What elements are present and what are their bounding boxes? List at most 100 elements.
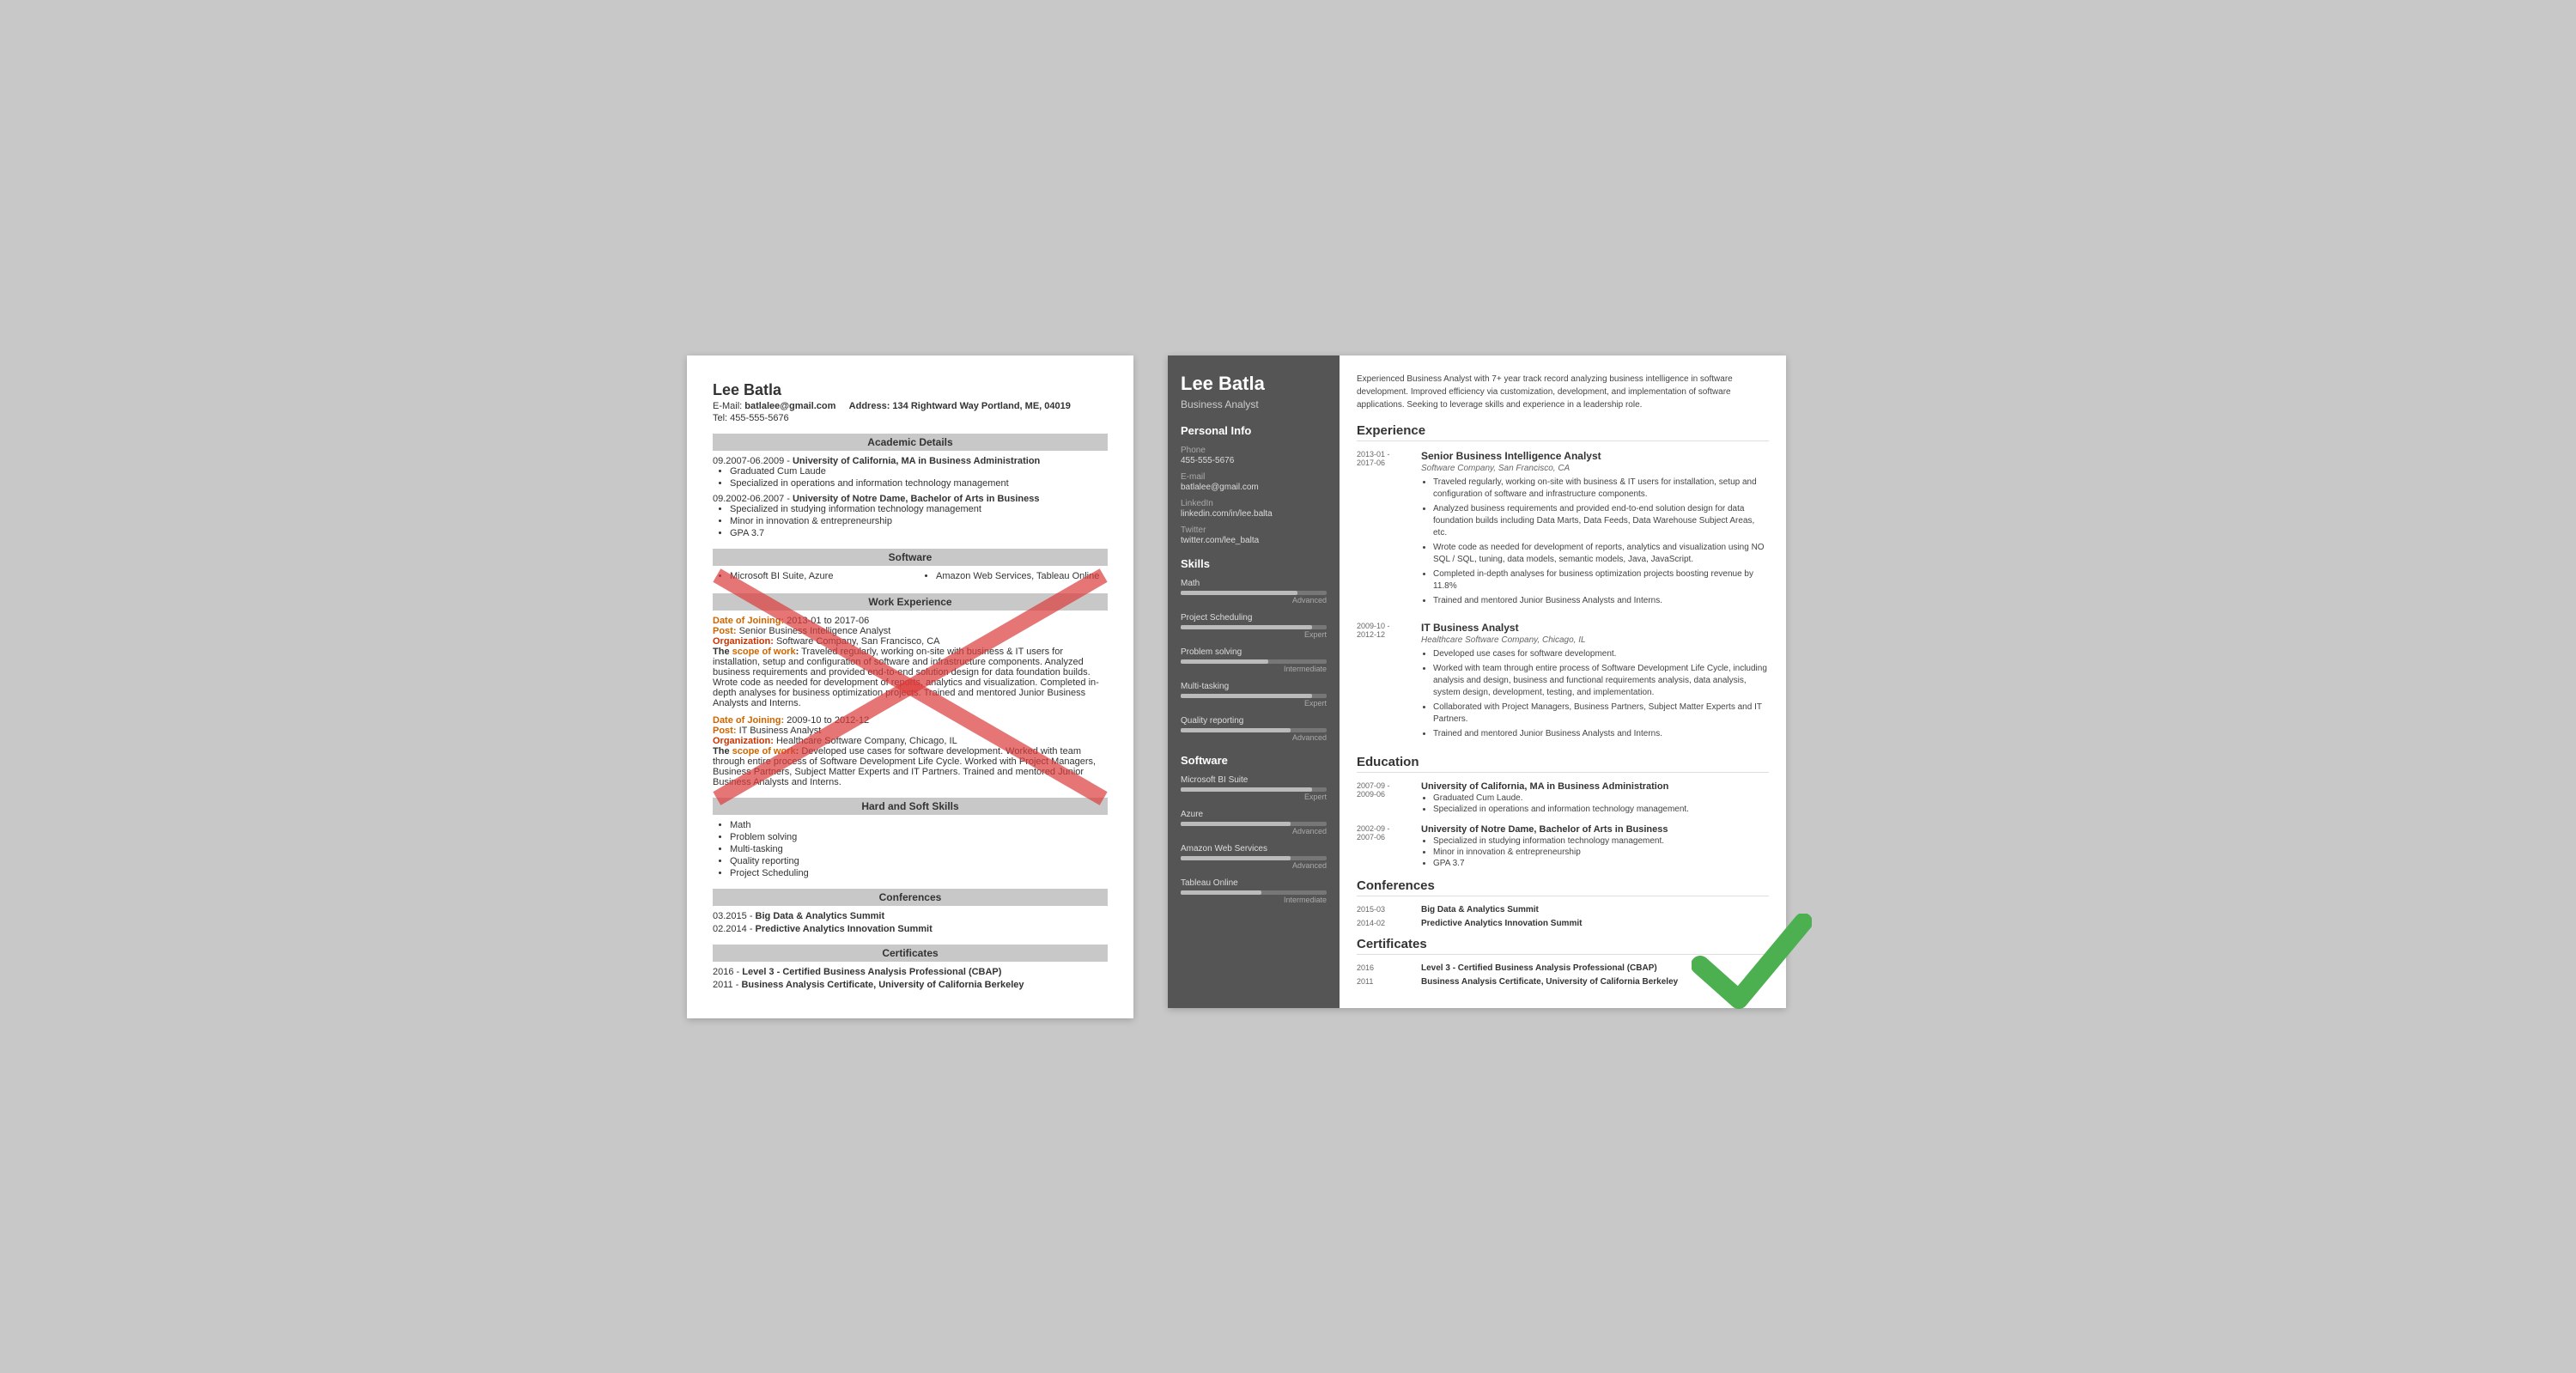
left-email-line: E-Mail: batlalee@gmail.com Address: 134 …: [713, 401, 1108, 411]
left-work-header: Work Experience: [713, 593, 1108, 611]
right-sw-mbi-level: Expert: [1181, 793, 1327, 801]
right-exp-title: Experience: [1357, 423, 1769, 441]
left-email: batlalee@gmail.com: [744, 401, 835, 411]
left-academic-header: Academic Details: [713, 434, 1108, 451]
right-skills-title: Skills: [1181, 557, 1327, 570]
right-skill-math: Math Advanced: [1181, 579, 1327, 604]
right-exp-2-title: IT Business Analyst: [1421, 622, 1769, 634]
left-work-1-date-label: Date of Joining:: [713, 616, 787, 626]
right-skill-multitasking: Multi-tasking Expert: [1181, 682, 1327, 708]
right-conf-1-date: 2015-03: [1357, 905, 1413, 914]
right-cert-title: Certificates: [1357, 937, 1769, 955]
resume-right: Lee Batla Business Analyst Personal Info…: [1168, 355, 1786, 1008]
right-sw-azure: Azure Advanced: [1181, 810, 1327, 835]
right-skill-prob-bar-fill: [1181, 659, 1268, 664]
right-skill-project-scheduling: Project Scheduling Expert: [1181, 613, 1327, 639]
right-exp-2-company: Healthcare Software Company, Chicago, IL: [1421, 635, 1769, 645]
left-cert-header: Certificates: [713, 945, 1108, 962]
left-conf-header: Conferences: [713, 889, 1108, 906]
right-sw-mbi-bar-fill: [1181, 787, 1312, 792]
left-edu-1-bullet-2: Specialized in operations and informatio…: [730, 478, 1108, 489]
left-skill-4: Quality reporting: [730, 856, 1108, 866]
right-exp-1-company: Software Company, San Francisco, CA: [1421, 464, 1769, 473]
right-sw-azure-name: Azure: [1181, 810, 1327, 819]
left-edu-2-bullet-3: GPA 3.7: [730, 528, 1108, 538]
right-exp-2: 2009-10 -2012-12 IT Business Analyst Hea…: [1357, 622, 1769, 743]
right-conf-2-date: 2014-02: [1357, 919, 1413, 928]
left-edu-1-bullet-1: Graduated Cum Laude: [730, 466, 1108, 477]
left-software-1: Microsoft BI Suite, Azure: [730, 571, 902, 581]
right-exp-1-b5: Trained and mentored Junior Business Ana…: [1433, 595, 1769, 607]
left-work-2-scope-intro: The scope of work:: [713, 746, 799, 756]
right-exp-1-b2: Analyzed business requirements and provi…: [1433, 503, 1769, 539]
right-sw-azure-bar-bg: [1181, 822, 1327, 826]
right-personal-info-title: Personal Info: [1181, 424, 1327, 437]
right-skill-qr-level: Advanced: [1181, 733, 1327, 742]
left-edu-1-uni: University of California, MA in Business…: [793, 456, 1040, 466]
right-summary: Experienced Business Analyst with 7+ yea…: [1357, 373, 1769, 411]
right-phone: 455-555-5676: [1181, 456, 1327, 465]
right-skill-mt-bar-fill: [1181, 694, 1312, 698]
left-skills-list: Math Problem solving Multi-tasking Quali…: [713, 820, 1108, 878]
right-skill-qr-name: Quality reporting: [1181, 716, 1327, 726]
left-skill-1: Math: [730, 820, 1108, 830]
right-linkedin: linkedin.com/in/lee.balta: [1181, 509, 1327, 519]
right-cert-1-name: Level 3 - Certified Business Analysis Pr…: [1421, 963, 1657, 973]
right-cert-2-name: Business Analysis Certificate, Universit…: [1421, 977, 1678, 987]
left-software-2: Amazon Web Services, Tableau Online: [936, 571, 1108, 581]
left-work-1: Date of Joining: 2013-01 to 2017-06 Post…: [713, 616, 1108, 708]
left-cert-2: 2011 - Business Analysis Certificate, Un…: [713, 980, 1108, 990]
left-address: 134 Rightward Way Portland, ME, 04019: [892, 401, 1070, 411]
left-edu-2-uni: University of Notre Dame, Bachelor of Ar…: [793, 494, 1040, 504]
left-name: Lee Batla: [713, 381, 1108, 399]
left-work-1-scope: The scope of work: Traveled regularly, w…: [713, 647, 1099, 708]
right-main: Experienced Business Analyst with 7+ yea…: [1340, 355, 1786, 1008]
right-twitter-label: Twitter: [1181, 526, 1327, 535]
right-skill-ps-bar-fill: [1181, 625, 1312, 629]
right-cert-1: 2016 Level 3 - Certified Business Analys…: [1357, 963, 1769, 973]
right-skill-problem-solving: Problem solving Intermediate: [1181, 647, 1327, 673]
right-email: batlalee@gmail.com: [1181, 483, 1327, 492]
right-edu-2: 2002-09 -2007-06 University of Notre Dam…: [1357, 824, 1769, 870]
right-edu-1: 2007-09 -2009-06 University of Californi…: [1357, 781, 1769, 816]
left-edu-2-date: 09.2002-06.2007 -: [713, 494, 793, 504]
right-sw-tableau-level: Intermediate: [1181, 896, 1327, 904]
right-conf-1-name: Big Data & Analytics Summit: [1421, 905, 1539, 914]
right-skill-prob-bar-bg: [1181, 659, 1327, 664]
left-skill-3: Multi-tasking: [730, 844, 1108, 854]
right-skill-mt-name: Multi-tasking: [1181, 682, 1327, 691]
left-edu-2: 09.2002-06.2007 - University of Notre Da…: [713, 494, 1108, 538]
right-cert-2: 2011 Business Analysis Certificate, Univ…: [1357, 977, 1769, 987]
left-skills-header: Hard and Soft Skills: [713, 798, 1108, 815]
left-work-2: Date of Joining: 2009-10 to 2012-12 Post…: [713, 715, 1108, 787]
right-name: Lee Batla: [1181, 373, 1327, 395]
left-conf-2: 02.2014 - Predictive Analytics Innovatio…: [713, 924, 1108, 934]
right-edu-2-b1: Specialized in studying information tech…: [1433, 836, 1668, 846]
right-sidebar: Lee Batla Business Analyst Personal Info…: [1168, 355, 1340, 1008]
right-exp-1-b1: Traveled regularly, working on-site with…: [1433, 477, 1769, 501]
right-sw-aws-bar-fill: [1181, 856, 1291, 860]
right-twitter: twitter.com/lee_balta: [1181, 536, 1327, 545]
left-work-1-org-label: Organization:: [713, 636, 776, 647]
right-skill-quality-reporting: Quality reporting Advanced: [1181, 716, 1327, 742]
right-exp-1-detail: Senior Business Intelligence Analyst Sof…: [1421, 450, 1769, 610]
resume-left: Lee Batla E-Mail: batlalee@gmail.com Add…: [687, 355, 1133, 1018]
left-work-2-org-label: Organization:: [713, 736, 776, 746]
right-cert-2-date: 2011: [1357, 977, 1413, 987]
right-conf-2: 2014-02 Predictive Analytics Innovation …: [1357, 919, 1769, 928]
right-exp-1: 2013-01 -2017-06 Senior Business Intelli…: [1357, 450, 1769, 610]
right-edu-2-b3: GPA 3.7: [1433, 859, 1668, 868]
right-linkedin-label: LinkedIn: [1181, 499, 1327, 508]
left-conf-1: 03.2015 - Big Data & Analytics Summit: [713, 911, 1108, 921]
right-sw-tableau: Tableau Online Intermediate: [1181, 878, 1327, 904]
right-skill-math-bar-fill: [1181, 591, 1297, 595]
right-sw-aws-name: Amazon Web Services: [1181, 844, 1327, 854]
right-skill-math-level: Advanced: [1181, 596, 1327, 604]
right-skill-mt-bar-bg: [1181, 694, 1327, 698]
right-conf-title: Conferences: [1357, 878, 1769, 896]
right-edu-2-b2: Minor in innovation & entrepreneurship: [1433, 847, 1668, 857]
right-sw-aws-level: Advanced: [1181, 861, 1327, 870]
right-software-title: Software: [1181, 754, 1327, 767]
right-sw-aws: Amazon Web Services Advanced: [1181, 844, 1327, 870]
page-container: Lee Batla E-Mail: batlalee@gmail.com Add…: [687, 355, 1889, 1018]
